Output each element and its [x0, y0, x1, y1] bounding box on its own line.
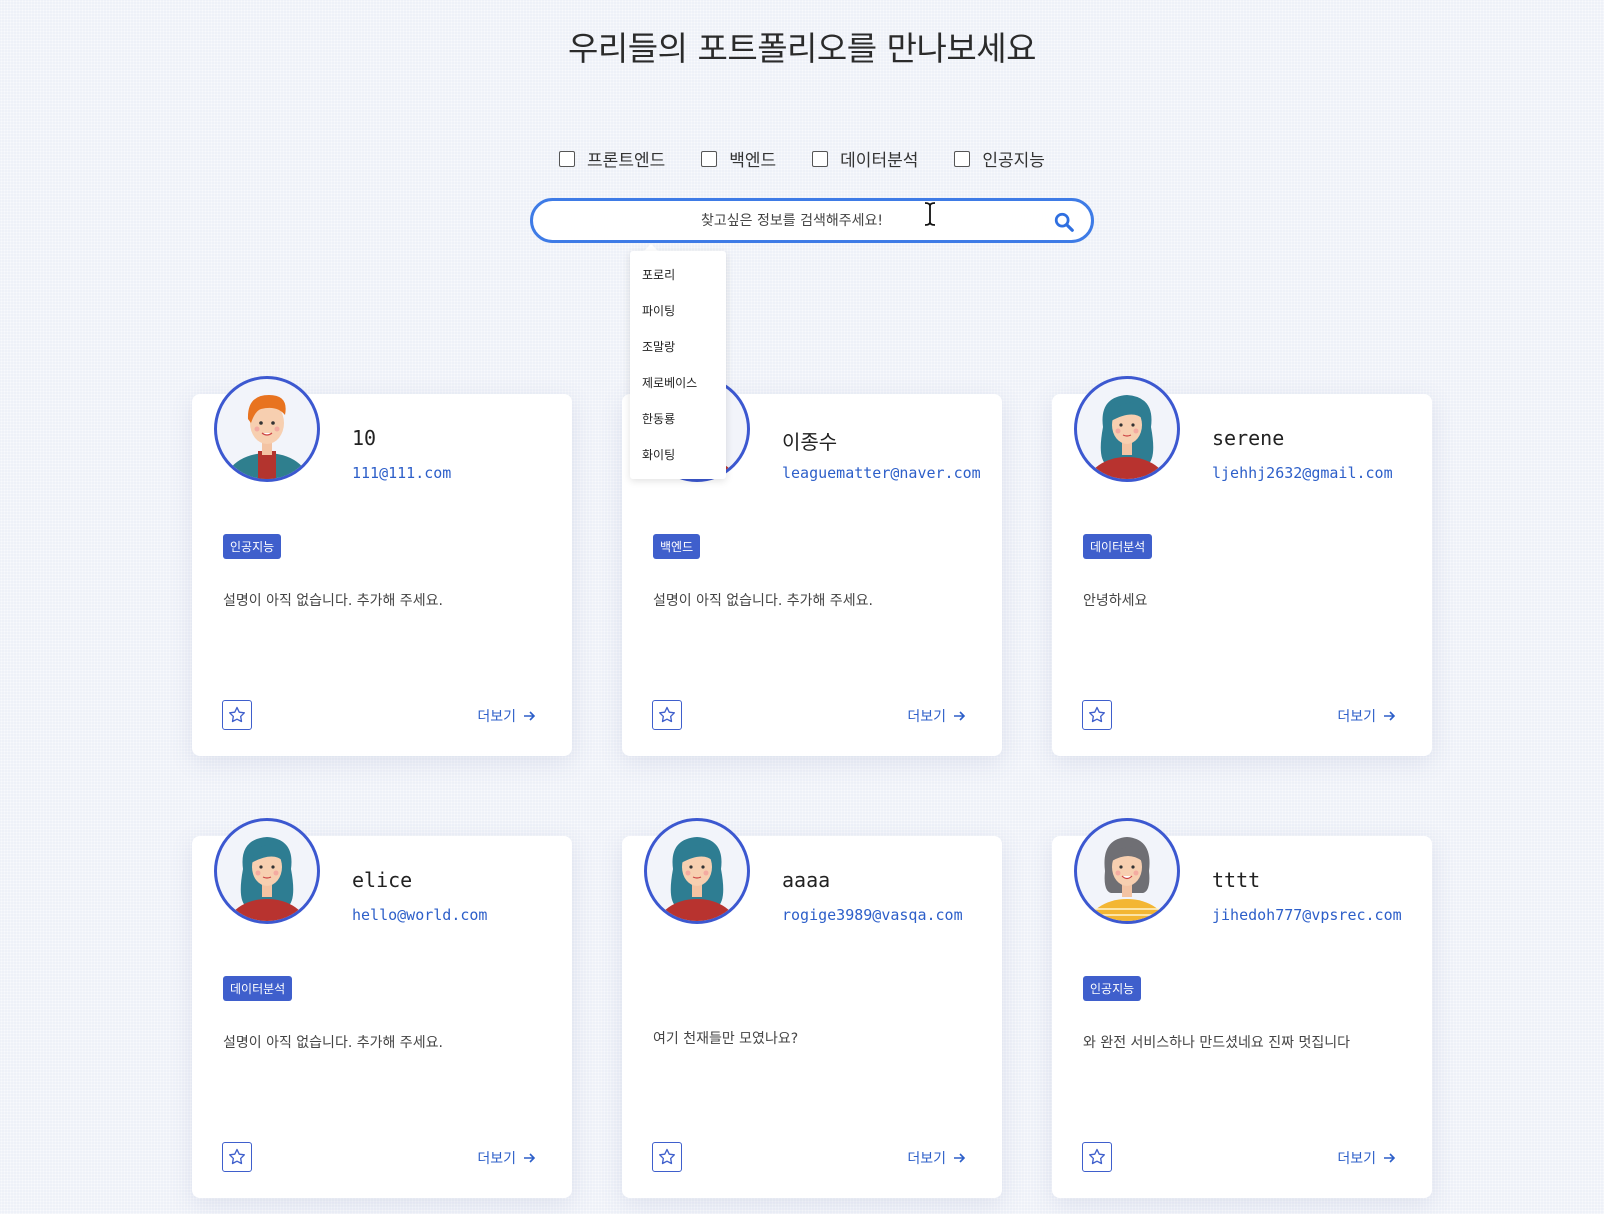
card-email[interactable]: leaguematter@naver.com: [782, 464, 981, 482]
star-icon: [658, 1148, 675, 1164]
backend-checkbox[interactable]: [701, 150, 718, 167]
star-icon: [228, 1148, 245, 1164]
more-link[interactable]: 더보기: [1337, 706, 1396, 726]
card-name: tttt: [1212, 868, 1261, 892]
avatar: [644, 818, 750, 924]
avatar: [1074, 818, 1180, 924]
more-label: 더보기: [477, 1151, 516, 1167]
avatar-teal-hair-woman-icon: [227, 837, 307, 921]
favorite-button[interactable]: [652, 700, 682, 730]
avatar: [214, 818, 320, 924]
card-email[interactable]: ljehhj2632@gmail.com: [1212, 464, 1393, 482]
arrow-right-icon: [1384, 1153, 1396, 1163]
more-link[interactable]: 더보기: [907, 1148, 966, 1168]
portfolio-card[interactable]: aaaa rogige3989@vasqa.com 여기 천재들만 모였나요? …: [622, 818, 1002, 1198]
star-icon: [658, 706, 675, 722]
card-description: 와 완전 서비스하나 만드셨네요 진짜 멋집니다: [1083, 1035, 1350, 1051]
category-badge: 데이터분석: [1083, 534, 1153, 559]
avatar-teal-hair-woman-icon: [1087, 395, 1167, 479]
card-email[interactable]: 111@111.com: [352, 464, 451, 482]
arrow-right-icon: [1384, 711, 1396, 721]
ai-checkbox[interactable]: [954, 150, 971, 167]
star-icon: [228, 706, 245, 722]
card-email[interactable]: hello@world.com: [352, 906, 487, 924]
suggestion-item[interactable]: 파이팅: [630, 293, 726, 329]
portfolio-card[interactable]: tttt jihedoh777@vpsrec.com 인공지능 와 완전 서비스…: [1052, 818, 1432, 1198]
data-analysis-checkbox[interactable]: [812, 150, 829, 167]
card-description: 안녕하세요: [1083, 593, 1148, 609]
card-email[interactable]: jihedoh777@vpsrec.com: [1212, 906, 1402, 924]
favorite-button[interactable]: [1082, 700, 1112, 730]
card-description: 설명이 아직 없습니다. 추가해 주세요.: [223, 1035, 443, 1051]
dropdown-caret: [644, 244, 658, 251]
avatar: [1074, 376, 1180, 482]
more-label: 더보기: [1337, 709, 1376, 725]
card-description: 여기 천재들만 모였나요?: [653, 1031, 799, 1047]
avatar: [214, 376, 320, 482]
avatar-gray-hair-woman-icon: [1087, 837, 1167, 921]
card-name: 이종수: [782, 430, 838, 454]
more-link[interactable]: 더보기: [907, 706, 966, 726]
suggestion-item[interactable]: 한동룡: [630, 401, 726, 437]
suggestion-item[interactable]: 조말랑: [630, 329, 726, 365]
category-filters: 프론트엔드 백엔드 데이터분석 인공지능: [0, 146, 1604, 171]
more-label: 더보기: [907, 709, 946, 725]
star-icon: [1088, 706, 1105, 722]
card-description: 설명이 아직 없습니다. 추가해 주세요.: [223, 593, 443, 609]
card-description: 설명이 아직 없습니다. 추가해 주세요.: [653, 593, 873, 609]
avatar-teal-hair-woman-icon: [657, 837, 737, 921]
portfolio-card[interactable]: serene ljehhj2632@gmail.com 데이터분석 안녕하세요 …: [1052, 376, 1432, 756]
favorite-button[interactable]: [1082, 1142, 1112, 1172]
more-label: 더보기: [477, 709, 516, 725]
filter-frontend[interactable]: 프론트엔드: [559, 146, 665, 171]
favorite-button[interactable]: [652, 1142, 682, 1172]
card-name: elice: [352, 868, 413, 892]
card-name: aaaa: [782, 868, 831, 892]
portfolio-card[interactable]: 10 111@111.com 인공지능 설명이 아직 없습니다. 추가해 주세요…: [192, 376, 572, 756]
search-suggestions: 포로리 파이팅 조말랑 제로베이스 한동룡 화이팅: [630, 251, 726, 479]
filter-label: 데이터분석: [840, 151, 919, 171]
filter-label: 프론트엔드: [587, 151, 666, 171]
category-badge: 백엔드: [653, 534, 701, 559]
suggestion-item[interactable]: 제로베이스: [630, 365, 726, 401]
search-input[interactable]: [553, 201, 1031, 240]
frontend-checkbox[interactable]: [559, 150, 576, 167]
more-label: 더보기: [1337, 1151, 1376, 1167]
suggestion-item[interactable]: 화이팅: [630, 437, 726, 473]
star-icon: [1088, 1148, 1105, 1164]
portfolio-card[interactable]: elice hello@world.com 데이터분석 설명이 아직 없습니다.…: [192, 818, 572, 1198]
arrow-right-icon: [954, 711, 966, 721]
filter-label: 인공지능: [982, 151, 1045, 171]
filter-data-analysis[interactable]: 데이터분석: [812, 146, 918, 171]
card-email[interactable]: rogige3989@vasqa.com: [782, 906, 963, 924]
more-link[interactable]: 더보기: [1337, 1148, 1396, 1168]
search-icon[interactable]: [1053, 211, 1075, 233]
arrow-right-icon: [524, 711, 536, 721]
category-badge: 인공지능: [223, 534, 282, 559]
avatar-orange-hair-man-icon: [225, 395, 309, 479]
filter-backend[interactable]: 백엔드: [701, 146, 776, 171]
category-badge: 데이터분석: [223, 976, 293, 1001]
card-name: 10: [352, 426, 377, 450]
text-cursor-icon: [924, 202, 936, 226]
more-link[interactable]: 더보기: [477, 706, 536, 726]
suggestion-item[interactable]: 포로리: [630, 257, 726, 293]
arrow-right-icon: [524, 1153, 536, 1163]
more-label: 더보기: [907, 1151, 946, 1167]
card-name: serene: [1212, 426, 1285, 450]
arrow-right-icon: [954, 1153, 966, 1163]
filter-ai[interactable]: 인공지능: [954, 146, 1045, 171]
category-badge: 인공지능: [1083, 976, 1142, 1001]
more-link[interactable]: 더보기: [477, 1148, 536, 1168]
page-title: 우리들의 포트폴리오를 만나보세요: [568, 29, 1036, 68]
favorite-button[interactable]: [222, 1142, 252, 1172]
search-bar: [530, 198, 1094, 243]
favorite-button[interactable]: [222, 700, 252, 730]
filter-label: 백엔드: [729, 151, 777, 171]
